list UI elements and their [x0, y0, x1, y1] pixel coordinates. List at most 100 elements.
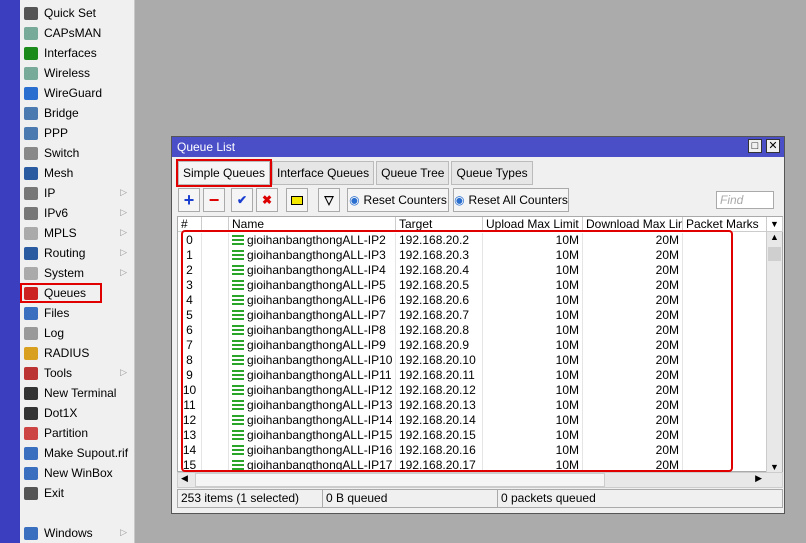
table-row[interactable]: 4 gioihanbangthongALL-IP6 192.168.20.6 10M 2…	[178, 293, 767, 308]
row-download-max-limit: 20M	[583, 458, 683, 473]
menu-item-bridge[interactable]: Bridge	[20, 103, 135, 123]
scroll-thumb[interactable]	[768, 247, 781, 261]
menu-item-ipv6[interactable]: IPv6 ▷	[20, 203, 135, 223]
table-row[interactable]: 14 gioihanbangthongALL-IP16 192.168.20.16 1…	[178, 443, 767, 458]
menu-item-wireguard[interactable]: WireGuard	[20, 83, 135, 103]
scroll-left-icon[interactable]: ◀	[181, 473, 188, 484]
reset-all-counters-button[interactable]: ◉ Reset All Counters	[453, 188, 569, 212]
table-row[interactable]: 3 gioihanbangthongALL-IP5 192.168.20.5 10M 2…	[178, 278, 767, 293]
menu-item-wireless[interactable]: Wireless	[20, 63, 135, 83]
enable-button[interactable]: ✔	[231, 188, 253, 212]
header-col-number[interactable]: #	[178, 217, 202, 232]
row-packet-marks	[683, 428, 767, 443]
remove-button[interactable]: −	[203, 188, 225, 212]
row-flags	[202, 458, 229, 473]
table-row[interactable]: 7 gioihanbangthongALL-IP9 192.168.20.9 10M 2…	[178, 338, 767, 353]
menu-item-dot1x[interactable]: Dot1X	[20, 403, 135, 423]
find-input[interactable]: Find	[716, 191, 774, 209]
disable-button[interactable]: ✖	[256, 188, 278, 212]
menu-item-label: Exit	[44, 486, 65, 500]
table-row[interactable]: 0 gioihanbangthongALL-IP2 192.168.20.2 10M 2…	[178, 233, 767, 248]
header-col-target[interactable]: Target	[396, 217, 483, 232]
filter-button[interactable]: ▽	[318, 188, 340, 212]
menu-item-ip[interactable]: IP ▷	[20, 183, 135, 203]
horizontal-scrollbar[interactable]: ◀ ▶	[177, 472, 783, 488]
menu-item-mesh[interactable]: Mesh	[20, 163, 135, 183]
tab-interface-queues[interactable]: Interface Queues	[272, 161, 375, 185]
menu-item-capsman[interactable]: CAPsMAN	[20, 23, 135, 43]
ipv6-icon	[24, 206, 38, 220]
menu-item-ppp[interactable]: PPP	[20, 123, 135, 143]
row-flags	[202, 263, 229, 278]
row-number: 13	[178, 428, 202, 443]
menu-item-tools[interactable]: Tools ▷	[20, 363, 135, 383]
menu-item-label: PPP	[44, 126, 69, 140]
menu-item-exit[interactable]: Exit	[20, 483, 135, 503]
menu-item-routing[interactable]: Routing ▷	[20, 243, 135, 263]
menu-item-label: Interfaces	[44, 46, 97, 60]
menu-item-switch[interactable]: Switch	[20, 143, 135, 163]
menu-item-partition[interactable]: Partition	[20, 423, 135, 443]
menu-item-label: System	[44, 266, 85, 280]
menu-item-new-winbox[interactable]: New WinBox	[20, 463, 135, 483]
scroll-down-icon[interactable]: ▼	[767, 462, 782, 472]
menu-item-system[interactable]: System ▷	[20, 263, 135, 283]
table-row[interactable]: 2 gioihanbangthongALL-IP4 192.168.20.4 10M 2…	[178, 263, 767, 278]
table-row[interactable]: 10 gioihanbangthongALL-IP12 192.168.20.12 1…	[178, 383, 767, 398]
menu-item-radius[interactable]: RADIUS	[20, 343, 135, 363]
column-chooser-button[interactable]: ▼	[767, 217, 783, 232]
tab-queue-tree[interactable]: Queue Tree	[376, 161, 450, 185]
ppp-icon	[24, 126, 38, 140]
menu-item-quick-set[interactable]: Quick Set	[20, 3, 135, 23]
close-button[interactable]: ✕	[766, 139, 780, 153]
table-row[interactable]: 9 gioihanbangthongALL-IP11 192.168.20.11 10…	[178, 368, 767, 383]
header-col-packet-marks[interactable]: Packet Marks	[683, 217, 767, 232]
scroll-up-icon[interactable]: ▲	[767, 232, 782, 242]
table-row[interactable]: 12 gioihanbangthongALL-IP14 192.168.20.14 1…	[178, 413, 767, 428]
maximize-button[interactable]: □	[748, 139, 762, 153]
menu-item-log[interactable]: Log	[20, 323, 135, 343]
header-col-upload-max-limit[interactable]: Upload Max Limit	[483, 217, 583, 232]
add-button[interactable]: +	[178, 188, 200, 212]
table-row[interactable]: 15 gioihanbangthongALL-IP17 192.168.20.17 1…	[178, 458, 767, 473]
menu-item-label: Bridge	[44, 106, 79, 120]
scroll-thumb[interactable]	[195, 473, 605, 487]
header-col-download-max-limit[interactable]: Download Max Limit	[583, 217, 683, 232]
table-row[interactable]: 8 gioihanbangthongALL-IP10 192.168.20.10 10…	[178, 353, 767, 368]
menu-item-files[interactable]: Files	[20, 303, 135, 323]
row-name-cell: gioihanbangthongALL-IP16	[229, 443, 396, 458]
table-row[interactable]: 5 gioihanbangthongALL-IP7 192.168.20.7 10M 2…	[178, 308, 767, 323]
simple-queue-icon	[232, 445, 244, 455]
menu-item-queues[interactable]: Queues	[20, 283, 102, 303]
row-download-max-limit: 20M	[583, 233, 683, 248]
row-name: gioihanbangthongALL-IP17	[247, 458, 393, 472]
comment-button[interactable]	[286, 188, 308, 212]
table-row[interactable]: 11 gioihanbangthongALL-IP13 192.168.20.13 1…	[178, 398, 767, 413]
menu-item-label: Tools	[44, 366, 73, 380]
mpls-icon	[24, 226, 38, 240]
window-title-bar[interactable]: Queue List	[172, 137, 784, 157]
row-number: 14	[178, 443, 202, 458]
table-row[interactable]: 1 gioihanbangthongALL-IP3 192.168.20.3 10M 2…	[178, 248, 767, 263]
tab-queue-types[interactable]: Queue Types	[451, 161, 533, 185]
header-col-flags[interactable]	[202, 217, 229, 232]
scroll-right-icon[interactable]: ▶	[755, 473, 762, 484]
menu-item-windows[interactable]: Windows ▷	[20, 523, 135, 543]
row-target: 192.168.20.8	[396, 323, 483, 338]
table-row[interactable]: 6 gioihanbangthongALL-IP8 192.168.20.8 10M 2…	[178, 323, 767, 338]
menu-item-new-terminal[interactable]: New Terminal	[20, 383, 135, 403]
vertical-scrollbar[interactable]: ▲ ▼	[766, 232, 782, 472]
menu-item-mpls[interactable]: MPLS ▷	[20, 223, 135, 243]
row-upload-max-limit: 10M	[483, 263, 583, 278]
menu-item-make-supout-rif[interactable]: Make Supout.rif	[20, 443, 135, 463]
supout-icon	[24, 446, 38, 460]
menu-item-interfaces[interactable]: Interfaces	[20, 43, 135, 63]
simple-queue-icon	[232, 310, 244, 320]
row-upload-max-limit: 10M	[483, 443, 583, 458]
submenu-arrow-icon: ▷	[120, 247, 127, 257]
header-col-name[interactable]: Name	[229, 217, 396, 232]
table-row[interactable]: 13 gioihanbangthongALL-IP15 192.168.20.15 1…	[178, 428, 767, 443]
simple-queue-icon	[232, 250, 244, 260]
tab-simple-queues[interactable]: Simple Queues	[175, 159, 273, 187]
reset-counters-button[interactable]: ◉ Reset Counters	[347, 188, 449, 212]
